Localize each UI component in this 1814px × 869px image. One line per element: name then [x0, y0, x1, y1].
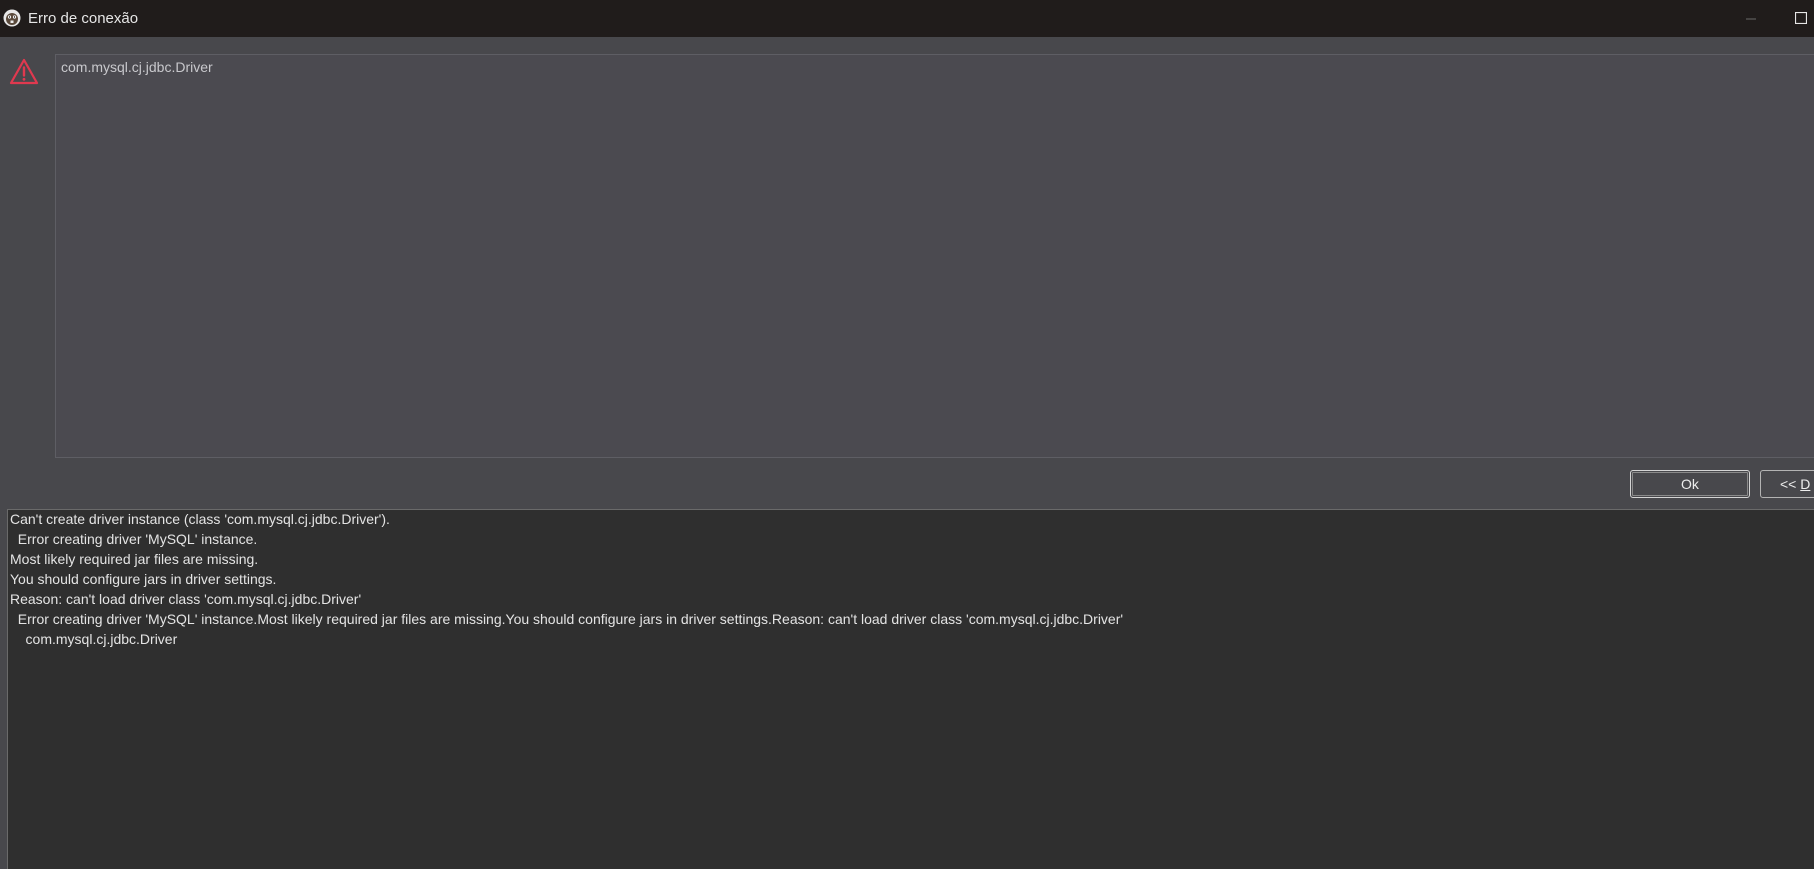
- app-icon: [3, 9, 21, 27]
- details-line: com.mysql.cj.jdbc.Driver: [10, 631, 178, 647]
- message-box[interactable]: com.mysql.cj.jdbc.Driver: [55, 54, 1814, 458]
- details-line: You should configure jars in driver sett…: [10, 571, 277, 587]
- details-toggle-button[interactable]: << D: [1760, 470, 1814, 498]
- window-title: Erro de conexão: [28, 10, 139, 27]
- message-text: com.mysql.cj.jdbc.Driver: [61, 59, 213, 75]
- details-button-prefix: <<: [1780, 476, 1801, 492]
- details-line: Error creating driver 'MySQL' instance.M…: [10, 611, 1124, 627]
- error-details-text[interactable]: Can't create driver instance (class 'com…: [7, 509, 1814, 869]
- ok-button[interactable]: Ok: [1630, 470, 1750, 498]
- minimize-icon[interactable]: [1736, 10, 1766, 28]
- title-bar[interactable]: Erro de conexão: [0, 0, 1814, 37]
- details-button-label: D: [1800, 476, 1811, 492]
- details-line: Reason: can't load driver class 'com.mys…: [10, 591, 362, 607]
- maximize-icon[interactable]: [1795, 12, 1807, 24]
- details-line: Error creating driver 'MySQL' instance.: [10, 531, 258, 547]
- warning-triangle-icon: [9, 58, 39, 85]
- details-line: Most likely required jar files are missi…: [10, 551, 259, 567]
- details-line: Can't create driver instance (class 'com…: [10, 511, 390, 527]
